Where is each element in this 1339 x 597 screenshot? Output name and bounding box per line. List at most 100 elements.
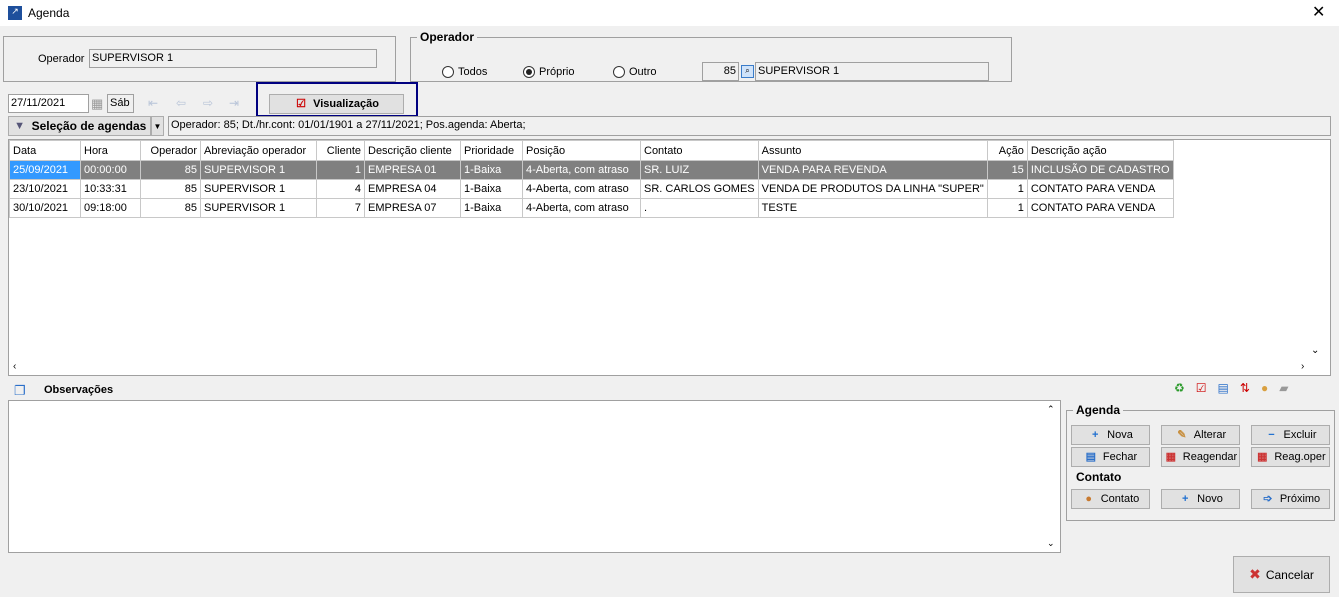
column-header[interactable]: Hora [80, 140, 141, 161]
column-header[interactable]: Assunto [757, 140, 988, 161]
column-header[interactable]: Posição [522, 140, 641, 161]
radio-proprio[interactable]: Próprio [523, 66, 574, 78]
table-cell[interactable]: EMPRESA 07 [364, 198, 461, 218]
column-header[interactable]: Contato [640, 140, 759, 161]
table-cell[interactable]: CONTATO PARA VENDA [1026, 198, 1174, 218]
table-cell[interactable]: 10:33:31 [80, 179, 141, 199]
column-header[interactable]: Data [9, 140, 81, 161]
scroll-left-icon[interactable]: ‹ [13, 361, 16, 372]
table-cell[interactable]: EMPRESA 04 [364, 179, 461, 199]
table-cell[interactable]: . [640, 198, 759, 218]
table-cell[interactable]: 1-Baixa [460, 160, 523, 180]
observacoes-label: Observações [44, 384, 114, 396]
button-label: Próximo [1279, 493, 1321, 505]
contato-button[interactable]: ● Contato [1071, 489, 1150, 509]
scroll-up-icon[interactable]: ⌃ [1047, 404, 1055, 415]
column-header[interactable]: Ação [986, 140, 1028, 161]
column-header[interactable]: Operador [140, 140, 201, 161]
table-cell[interactable]: SR. LUIZ [640, 160, 759, 180]
palette-icon[interactable]: ● [1261, 381, 1268, 395]
fechar-icon: ▤ [1085, 451, 1097, 463]
operator-field[interactable]: SUPERVISOR 1 [89, 49, 377, 68]
table-cell[interactable]: 09:18:00 [80, 198, 141, 218]
alterar-button[interactable]: ✎ Alterar [1161, 425, 1240, 445]
table-cell[interactable]: TESTE [757, 198, 988, 218]
column-header[interactable]: Descrição ação [1026, 140, 1174, 161]
visualizacao-button[interactable]: ☑ Visualização [269, 94, 404, 114]
table-cell[interactable]: SR. CARLOS GOMES [640, 179, 759, 199]
novo-button[interactable]: + Novo [1161, 489, 1240, 509]
table-cell[interactable]: 1-Baixa [460, 198, 523, 218]
table-cell[interactable]: SUPERVISOR 1 [200, 198, 317, 218]
table-cell[interactable]: 1 [316, 160, 365, 180]
button-label: Seleção de agendas [31, 119, 147, 133]
table-cell[interactable]: VENDA DE PRODUTOS DA LINHA "SUPER" [757, 179, 988, 199]
reagendar-button[interactable]: ▦ Reagendar [1161, 447, 1240, 467]
column-header[interactable]: Abreviação operador [200, 140, 317, 161]
button-label: Alterar [1193, 429, 1227, 441]
table-cell[interactable]: 4-Aberta, com atraso [522, 160, 641, 180]
table-cell[interactable]: 1-Baixa [460, 179, 523, 199]
table-row[interactable]: 30/10/2021 09:18:00 85 SUPERVISOR 1 7 EMPRESA… [9, 198, 1174, 218]
table-cell[interactable]: 85 [140, 179, 201, 199]
next-icon[interactable]: ⇨ [203, 96, 213, 110]
scroll-right-icon[interactable]: › [1301, 361, 1304, 372]
table-cell[interactable]: 00:00:00 [80, 160, 141, 180]
table-cell[interactable]: 23/10/2021 [9, 179, 81, 199]
radio-outro[interactable]: Outro [613, 66, 657, 78]
table-cell[interactable]: CONTATO PARA VENDA [1026, 179, 1174, 199]
date-input[interactable]: 27/11/2021 [8, 94, 89, 113]
table-cell[interactable]: 25/09/2021 [9, 160, 81, 180]
selecao-dropdown-button[interactable]: ▼ [151, 116, 164, 136]
table-cell[interactable]: INCLUSÃO DE CADASTRO [1026, 160, 1174, 180]
table-cell[interactable]: 85 [140, 160, 201, 180]
print-icon[interactable]: ▰ [1279, 381, 1288, 395]
sort-icon[interactable]: ⇅ [1240, 381, 1250, 395]
table-cell[interactable]: 1 [986, 179, 1028, 199]
column-header[interactable]: Prioridade [460, 140, 523, 161]
table-cell[interactable]: 15 [986, 160, 1028, 180]
search-icon[interactable]: ⌕ [741, 65, 754, 78]
excluir-button[interactable]: − Excluir [1251, 425, 1330, 445]
column-header[interactable]: Cliente [316, 140, 365, 161]
table-cell[interactable]: 4 [316, 179, 365, 199]
close-icon[interactable]: ✕ [1312, 2, 1325, 22]
first-icon[interactable]: ⇤ [148, 96, 158, 110]
calendar-icon[interactable]: ▦ [91, 96, 103, 112]
table-cell[interactable]: VENDA PARA REVENDA [757, 160, 988, 180]
table-cell[interactable]: SUPERVISOR 1 [200, 179, 317, 199]
operador-group: Operador Todos Próprio Outro 85 ⌕ SUPERV… [410, 30, 1012, 82]
radio-todos[interactable]: Todos [442, 66, 487, 78]
checklist-icon[interactable]: ☑ [1196, 381, 1207, 395]
reagoper-button[interactable]: ▦ Reag.oper [1251, 447, 1330, 467]
cancel-button[interactable]: ✖ Cancelar [1233, 556, 1330, 593]
table-cell[interactable]: 1 [986, 198, 1028, 218]
reagoper-icon: ▦ [1257, 451, 1268, 463]
fechar-button[interactable]: ▤ Fechar [1071, 447, 1150, 467]
calendar-edit-icon[interactable]: ▤ [1218, 381, 1229, 395]
column-header[interactable]: Descrição cliente [364, 140, 461, 161]
nova-button[interactable]: + Nova [1071, 425, 1150, 445]
table-cell[interactable]: 7 [316, 198, 365, 218]
alterar-icon: ✎ [1177, 429, 1187, 441]
observacoes-textarea[interactable] [8, 400, 1061, 553]
table-row[interactable]: 23/10/2021 10:33:31 85 SUPERVISOR 1 4 EMPRESA… [9, 179, 1174, 199]
table-cell[interactable]: 30/10/2021 [9, 198, 81, 218]
prximo-button[interactable]: ➩ Próximo [1251, 489, 1330, 509]
scroll-down-icon[interactable]: ⌄ [1311, 345, 1319, 356]
prev-icon[interactable]: ⇦ [176, 96, 186, 110]
table-row[interactable]: 25/09/2021 00:00:00 85 SUPERVISOR 1 1 EMPRESA… [9, 160, 1174, 180]
table-cell[interactable]: SUPERVISOR 1 [200, 160, 317, 180]
table-cell[interactable]: 85 [140, 198, 201, 218]
radio-label: Outro [629, 66, 657, 78]
scroll-down-icon[interactable]: ⌄ [1047, 538, 1055, 549]
selecao-agendas-button[interactable]: ▼ Seleção de agendas [8, 116, 151, 136]
app-icon: ↗ [8, 6, 22, 20]
refresh-icon[interactable]: ♻ [1174, 381, 1185, 395]
table-cell[interactable]: EMPRESA 01 [364, 160, 461, 180]
table-cell[interactable]: 4-Aberta, com atraso [522, 179, 641, 199]
operator-code-field[interactable]: 85 [702, 62, 739, 81]
last-icon[interactable]: ⇥ [229, 96, 239, 110]
operator-panel: Operador SUPERVISOR 1 [3, 36, 396, 82]
table-cell[interactable]: 4-Aberta, com atraso [522, 198, 641, 218]
